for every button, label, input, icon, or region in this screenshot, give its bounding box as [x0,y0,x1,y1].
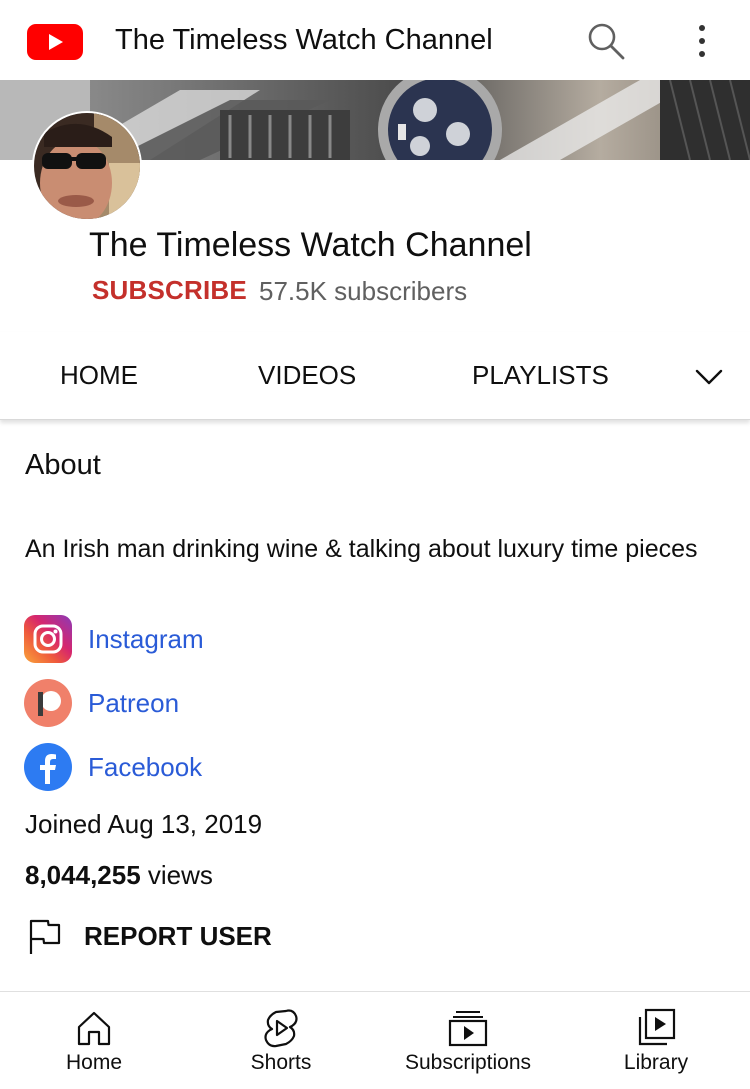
channel-description: An Irish man drinking wine & talking abo… [25,535,698,563]
top-app-bar: The Timeless Watch Channel [0,0,750,80]
view-count-number: 8,044,255 [25,860,141,890]
report-user-label: REPORT USER [84,920,272,951]
nav-subscriptions[interactable]: Subscriptions [388,992,548,1089]
joined-date: Joined Aug 13, 2019 [25,809,263,839]
shorts-icon [261,1008,301,1048]
home-icon [74,1008,114,1048]
bottom-navigation: Home Shorts Subscriptions Library [0,991,750,1089]
youtube-logo-icon[interactable] [27,24,83,60]
about-heading: About [25,449,101,481]
channel-avatar [32,111,142,221]
nav-shorts-label: Shorts [250,1051,312,1074]
instagram-icon [24,615,72,663]
link-facebook-label[interactable]: Facebook [88,752,202,783]
library-icon [636,1008,676,1048]
more-vertical-icon[interactable] [688,20,716,62]
link-patreon[interactable]: Patreon [24,679,179,727]
nav-library[interactable]: Library [606,992,706,1089]
subscriptions-icon [448,1008,488,1048]
nav-home-label: Home [65,1051,123,1074]
nav-home[interactable]: Home [44,992,144,1089]
search-icon[interactable] [585,20,627,62]
tab-home[interactable]: HOME [60,360,138,391]
view-count-suffix: views [140,860,213,890]
view-count: 8,044,255 views [25,860,213,891]
flag-icon [29,919,61,954]
chevron-down-icon[interactable] [694,362,724,392]
tab-playlists[interactable]: PLAYLISTS [472,360,609,391]
app-bar-title: The Timeless Watch Channel [115,24,493,56]
nav-library-label: Library [623,1051,689,1074]
patreon-icon [24,679,72,727]
channel-tabs: HOME VIDEOS PLAYLISTS [0,332,750,420]
subscriber-count: 57.5K subscribers [259,276,468,306]
report-user-button[interactable]: REPORT USER [26,916,272,956]
nav-shorts[interactable]: Shorts [231,992,331,1089]
link-instagram[interactable]: Instagram [24,615,204,663]
subscribe-button[interactable]: SUBSCRIBE [92,275,247,306]
facebook-icon [24,743,72,791]
channel-name: The Timeless Watch Channel [89,226,532,264]
tab-videos[interactable]: VIDEOS [258,360,356,391]
nav-subscriptions-label: Subscriptions [404,1051,532,1074]
link-instagram-label[interactable]: Instagram [88,624,204,655]
link-patreon-label[interactable]: Patreon [88,688,179,719]
link-facebook[interactable]: Facebook [24,743,202,791]
